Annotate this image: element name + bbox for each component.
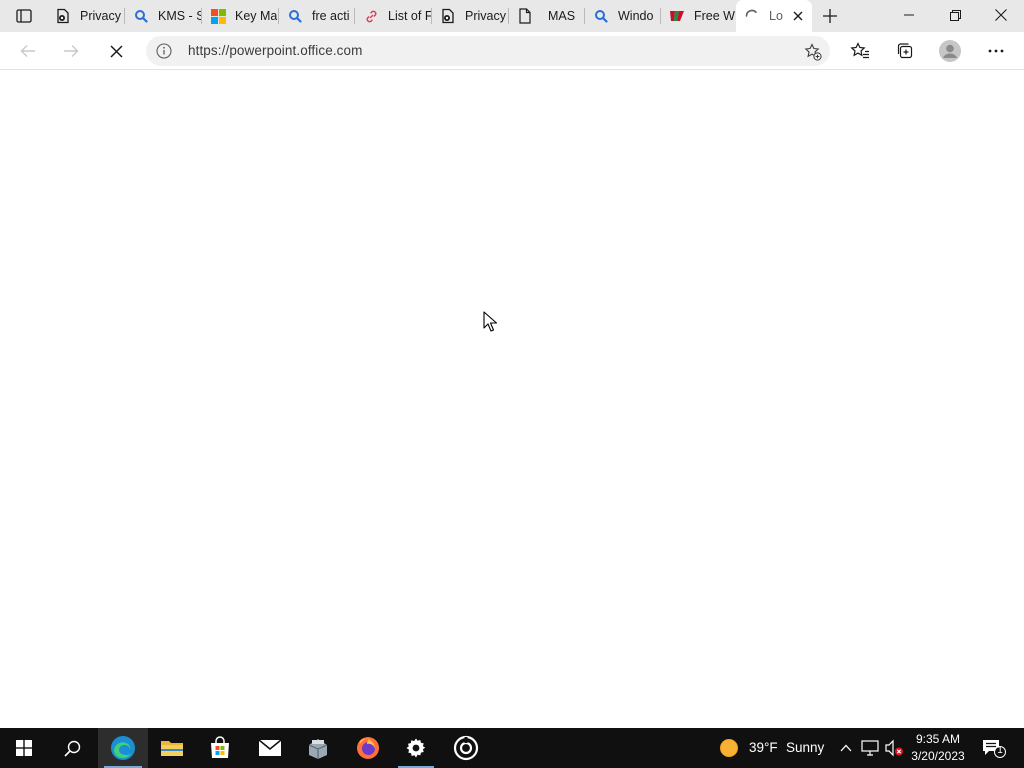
tab-title: Privacy	[80, 9, 121, 23]
privacy-policy-icon	[440, 8, 456, 24]
tab-kms[interactable]: KMS - S	[125, 0, 201, 32]
link-icon	[363, 8, 379, 24]
taskbar-mail[interactable]	[246, 728, 294, 768]
site-info-icon[interactable]	[156, 43, 172, 59]
bing-search-icon	[133, 8, 149, 24]
settings-more-button[interactable]	[981, 36, 1011, 66]
plus-icon	[823, 9, 837, 23]
search-button[interactable]	[48, 728, 96, 768]
chevron-up-icon	[840, 744, 852, 752]
more-options-icon	[988, 49, 1004, 53]
document-icon	[517, 8, 533, 24]
collections-icon	[897, 43, 913, 59]
firefox-icon	[357, 737, 379, 759]
taskbar-file-explorer[interactable]	[148, 728, 196, 768]
store-icon	[211, 736, 229, 758]
volume-muted-icon[interactable]	[884, 738, 904, 758]
forward-arrow-icon	[64, 45, 79, 57]
back-arrow-icon	[20, 45, 35, 57]
tab-close-button[interactable]	[790, 8, 806, 24]
taskbar-clock[interactable]: 9:35 AM 3/20/2023	[906, 731, 970, 765]
tab-title: MAS	[548, 9, 576, 23]
tab-windo[interactable]: Windo	[585, 0, 660, 32]
red-site-icon	[669, 8, 685, 24]
mail-icon	[258, 739, 282, 756]
loading-spinner-icon	[744, 8, 760, 24]
tab-title: KMS - S	[158, 9, 201, 23]
tab-title: Key Ma	[235, 9, 278, 23]
taskbar: 39°F Sunny 9:35 AM 3/20/2023 1	[0, 728, 1024, 768]
tab-loading-active[interactable]: Lo	[736, 0, 812, 32]
tab-title: List of F	[388, 9, 431, 23]
collections-button[interactable]	[890, 36, 920, 66]
close-window-button[interactable]	[978, 0, 1024, 30]
weather-condition[interactable]: Sunny	[786, 740, 824, 755]
taskbar-settings[interactable]	[392, 728, 440, 768]
tab-free-w[interactable]: Free W	[661, 0, 735, 32]
tab-fre-acti[interactable]: fre acti	[279, 0, 354, 32]
sunny-weather-icon[interactable]	[719, 738, 739, 758]
tab-list-of[interactable]: List of F	[355, 0, 431, 32]
tab-actions-button[interactable]	[6, 3, 42, 29]
search-icon	[63, 740, 80, 757]
avatar-icon	[939, 40, 961, 62]
tab-key-ma[interactable]: Key Ma	[202, 0, 278, 32]
microsoft-logo-icon	[210, 8, 226, 24]
back-button[interactable]	[13, 36, 43, 66]
privacy-policy-icon	[55, 8, 71, 24]
address-bar[interactable]: https://powerpoint.office.com	[146, 36, 830, 66]
tab-mas[interactable]: MAS	[509, 0, 584, 32]
media-icon	[453, 735, 479, 761]
folder-icon	[161, 741, 183, 756]
taskbar-firefox[interactable]	[344, 728, 392, 768]
minimize-button[interactable]	[886, 0, 932, 30]
taskbar-edge[interactable]	[98, 728, 148, 768]
tab-title: Free W	[694, 9, 735, 23]
favorites-icon	[850, 42, 869, 59]
app-icon	[308, 739, 328, 759]
forward-button[interactable]	[56, 36, 86, 66]
start-button[interactable]	[0, 728, 48, 768]
mouse-cursor-icon	[483, 311, 497, 332]
page-content[interactable]	[0, 71, 1024, 728]
tab-title: Windo	[618, 9, 654, 23]
windows-logo-icon	[16, 740, 32, 756]
tab-title: fre acti	[312, 9, 350, 23]
gear-icon	[406, 738, 426, 758]
tab-actions-icon	[16, 9, 32, 23]
address-url[interactable]: https://powerpoint.office.com	[188, 43, 363, 58]
favorites-button[interactable]	[845, 36, 875, 66]
taskbar-media[interactable]	[442, 728, 490, 768]
close-icon	[793, 11, 803, 21]
restore-button[interactable]	[932, 0, 978, 30]
notification-count: 1	[997, 745, 1003, 756]
bing-search-icon	[593, 8, 609, 24]
network-icon[interactable]	[860, 738, 880, 758]
browser-toolbar: https://powerpoint.office.com	[0, 32, 1024, 70]
taskbar-store[interactable]	[196, 728, 244, 768]
close-icon	[109, 44, 123, 58]
taskbar-app[interactable]	[294, 728, 342, 768]
clock-date: 3/20/2023	[911, 749, 965, 763]
minimize-icon	[904, 14, 914, 16]
stop-loading-button[interactable]	[101, 36, 131, 66]
restore-icon	[949, 9, 961, 21]
tab-strip: Privacy KMS - S Key Ma fre acti List of …	[0, 0, 1024, 32]
close-icon	[995, 9, 1007, 21]
tab-privacy-1[interactable]: Privacy	[47, 0, 124, 32]
clock-time: 9:35 AM	[915, 732, 961, 746]
add-favorite-button[interactable]	[802, 41, 824, 63]
tab-privacy-2[interactable]: Privacy	[432, 0, 508, 32]
profile-button[interactable]	[935, 36, 965, 66]
bing-search-icon	[287, 8, 303, 24]
star-add-icon	[804, 43, 822, 61]
edge-icon	[111, 736, 135, 760]
weather-temperature[interactable]: 39°F	[749, 740, 778, 755]
tab-title: Lo	[769, 9, 783, 23]
new-tab-button[interactable]	[818, 4, 842, 28]
show-hidden-icons-button[interactable]	[836, 738, 856, 758]
tab-title: Privacy	[465, 9, 506, 23]
